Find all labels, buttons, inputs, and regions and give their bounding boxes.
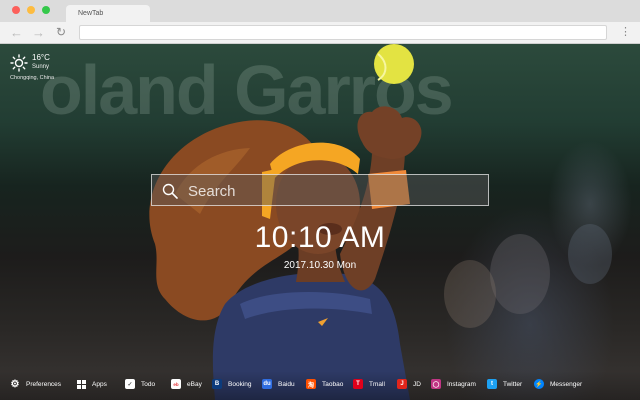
link-label: Instagram — [447, 380, 476, 388]
taobao-link[interactable]: 淘 Taobao — [306, 373, 343, 395]
grid-icon — [76, 379, 86, 389]
taobao-icon: 淘 — [306, 379, 316, 389]
apps-link[interactable]: Apps — [76, 373, 107, 395]
title-bar: NewTab — [0, 0, 640, 22]
forward-arrow-icon[interactable]: → — [32, 24, 45, 41]
reload-icon[interactable]: ↻ — [56, 24, 66, 41]
tmall-link[interactable]: T Tmall — [353, 373, 385, 395]
jd-icon: J — [397, 379, 407, 389]
search-box[interactable] — [151, 174, 489, 206]
booking-icon: B — [212, 379, 222, 389]
menu-icon[interactable]: ⋮ — [620, 25, 631, 40]
link-label: Messenger — [550, 380, 583, 388]
checkbox-icon: ✓ — [125, 379, 135, 389]
link-label: Booking — [228, 380, 252, 388]
link-label: Preferences — [26, 380, 62, 388]
weather-condition: Sunny — [32, 64, 50, 70]
link-label: Todo — [141, 380, 156, 388]
weather-location: Chongqing, China — [10, 75, 55, 81]
browser-tab[interactable]: NewTab — [66, 5, 150, 22]
twitter-link[interactable]: t Twitter — [487, 373, 522, 395]
preferences-link[interactable]: ⚙ Preferences — [10, 373, 62, 395]
messenger-link[interactable]: ⚡ Messenger — [534, 373, 582, 395]
todo-link[interactable]: ✓ Todo — [125, 373, 155, 395]
link-label: JD — [413, 380, 421, 388]
minimize-window-button[interactable] — [27, 6, 35, 14]
search-icon — [162, 183, 178, 199]
clock-time: 10:10 AM — [254, 221, 386, 254]
sun-icon — [10, 54, 28, 72]
instagram-icon: ◯ — [431, 379, 441, 389]
tmall-icon: T — [353, 379, 363, 389]
link-label: Twitter — [503, 380, 523, 388]
ebay-link[interactable]: eb eBay — [171, 373, 202, 395]
link-label: Tmall — [369, 380, 385, 388]
maximize-window-button[interactable] — [42, 6, 50, 14]
messenger-icon: ⚡ — [534, 379, 544, 389]
link-label: Baidu — [278, 380, 295, 388]
browser-window: NewTab ← → ↻ ⋮ oland Garros 16°C Sunny C… — [0, 0, 640, 400]
instagram-link[interactable]: ◯ Instagram — [431, 373, 476, 395]
weather-temperature: 16°C — [32, 53, 50, 62]
jd-link[interactable]: J JD — [397, 373, 421, 395]
twitter-icon: t — [487, 379, 497, 389]
baidu-link[interactable]: du Baidu — [262, 373, 295, 395]
ebay-icon: eb — [171, 379, 181, 389]
tab-title: NewTab — [78, 10, 104, 17]
link-label: Apps — [92, 380, 107, 388]
search-input[interactable] — [188, 181, 478, 201]
address-bar[interactable] — [79, 25, 607, 40]
close-window-button[interactable] — [12, 6, 20, 14]
back-arrow-icon[interactable]: ← — [10, 24, 23, 41]
baidu-icon: du — [262, 379, 272, 389]
booking-link[interactable]: B Booking — [212, 373, 252, 395]
link-label: eBay — [187, 380, 202, 388]
browser-toolbar: ← → ↻ ⋮ — [0, 22, 640, 44]
link-label: Taobao — [322, 380, 344, 388]
gear-icon: ⚙ — [10, 378, 20, 390]
clock-date: 2017.10.30 Mon — [283, 260, 357, 271]
